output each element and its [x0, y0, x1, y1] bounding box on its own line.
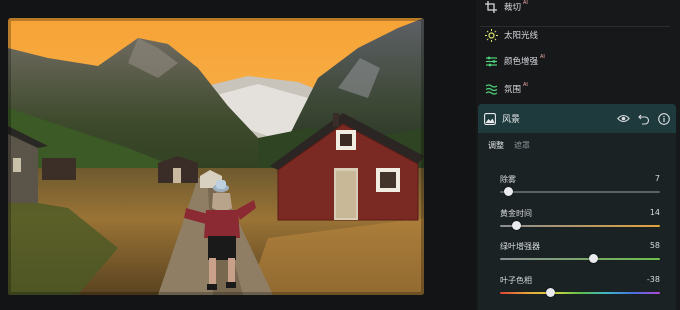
reset-icon[interactable] — [637, 112, 650, 125]
tool-sun-rays[interactable]: 太阳光线 — [484, 25, 538, 45]
slider-label: 黄金时间 — [500, 209, 532, 218]
ai-badge: AI — [540, 54, 545, 60]
slider-track[interactable] — [500, 258, 660, 260]
tool-crop[interactable]: 裁切 AI — [484, 0, 528, 17]
tool-crop-label: 裁切 — [504, 3, 522, 13]
crop-icon — [484, 0, 498, 14]
tab-adjust[interactable]: 调整 — [488, 140, 504, 151]
landscape-tabs: 调整 遮罩 — [488, 140, 530, 151]
sun-rays-icon — [484, 28, 498, 42]
landscape-header[interactable]: 风景 — [478, 104, 676, 133]
slider-label: 叶子色相 — [500, 276, 532, 285]
slider-thumb[interactable] — [588, 254, 598, 263]
info-icon[interactable] — [657, 112, 670, 125]
slider-foliage-enhancer: 绿叶增强器 58 — [498, 241, 662, 269]
slider-thumb[interactable] — [504, 187, 513, 196]
atmosphere-icon — [484, 82, 498, 96]
slider-value: 58 — [649, 241, 660, 250]
tool-atmosphere[interactable]: 氛围 AI — [484, 79, 528, 99]
slider-track[interactable] — [500, 191, 660, 193]
slider-label: 除雾 — [500, 175, 516, 184]
eye-icon[interactable] — [617, 112, 630, 125]
canvas-area — [0, 0, 476, 310]
color-enhance-icon — [484, 54, 498, 68]
slider-track[interactable] — [500, 225, 660, 227]
tool-color-enhance[interactable]: 颜色增强 AI — [484, 51, 545, 71]
tool-atmosphere-label: 氛围 — [504, 85, 522, 95]
ai-badge: AI — [523, 82, 528, 88]
landscape-card: 风景 调整 遮罩 除雾 7 黄金时间 14 绿叶增强器 58 叶子色相 -38 — [478, 104, 676, 310]
adjustments-panel: 裁切 AI 太阳光线 颜色增强 AI 氛围 AI 风景 调整 遮罩 除雾 7 黄… — [476, 0, 680, 310]
slider-golden-hour: 黄金时间 14 — [498, 208, 662, 236]
slider-track[interactable] — [500, 292, 660, 294]
ai-badge: AI — [523, 0, 528, 6]
landscape-photo — [8, 18, 424, 295]
slider-thumb[interactable] — [545, 288, 555, 297]
slider-thumb[interactable] — [512, 221, 521, 230]
slider-value: 7 — [654, 174, 660, 183]
landscape-icon — [484, 112, 496, 125]
slider-value: 14 — [649, 208, 660, 217]
tool-sun-rays-label: 太阳光线 — [504, 31, 539, 41]
slider-leaf-hue: 叶子色相 -38 — [498, 275, 662, 303]
landscape-title: 风景 — [502, 115, 521, 125]
slider-label: 绿叶增强器 — [500, 242, 540, 251]
tab-mask[interactable]: 遮罩 — [514, 140, 530, 151]
tool-color-enhance-label: 颜色增强 — [504, 57, 539, 67]
slider-value: -38 — [646, 275, 660, 284]
slider-dehaze: 除雾 7 — [498, 174, 662, 202]
